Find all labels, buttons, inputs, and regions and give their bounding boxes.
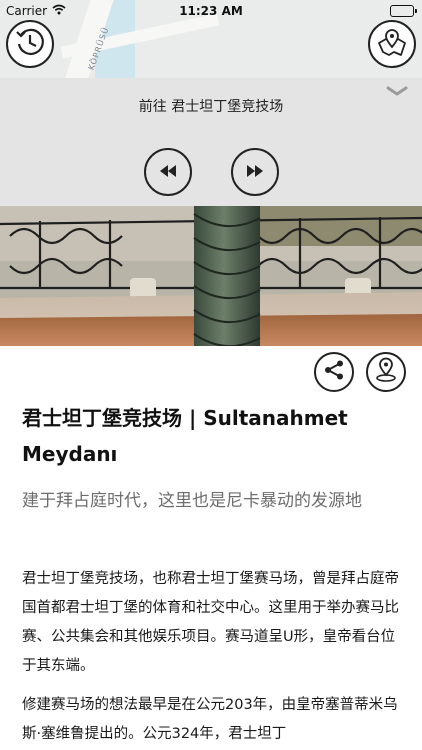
now-playing-title: 前往 君士坦丁堡竞技场 — [138, 99, 284, 115]
map-button[interactable] — [368, 20, 416, 68]
description-paragraph: 君士坦丁堡竞技场，也称君士坦丁堡赛马场，曾是拜占庭帝国首都君士坦丁堡的体育和社交… — [22, 571, 399, 674]
show-on-map-button[interactable] — [366, 352, 406, 392]
history-button[interactable] — [6, 20, 54, 68]
status-bar: Carrier 11:23 AM — [0, 0, 422, 22]
description-paragraph: 修建赛马场的想法最早是在公元203年，由皇帝塞普蒂米乌斯·塞维鲁提出的。公元32… — [22, 697, 398, 742]
place-subtitle: 建于拜占庭时代，这里也是尼卡暴动的发源地 — [22, 491, 362, 511]
clock-icon — [14, 26, 46, 62]
location-pin-icon — [374, 357, 398, 387]
share-icon — [323, 359, 345, 385]
share-button[interactable] — [314, 352, 354, 392]
battery-icon — [390, 5, 417, 17]
fast-forward-button[interactable] — [231, 148, 279, 196]
rewind-icon — [158, 163, 178, 182]
rewind-button[interactable] — [144, 148, 192, 196]
place-title: 君士坦丁堡竞技场 | Sultanahmet Meydanı — [22, 406, 348, 466]
map-pins-icon — [375, 25, 409, 63]
status-time: 11:23 AM — [179, 4, 243, 18]
place-photo — [0, 206, 422, 346]
fast-forward-icon — [245, 163, 265, 182]
audio-player-panel: 前往 君士坦丁堡竞技场 — [0, 78, 422, 206]
